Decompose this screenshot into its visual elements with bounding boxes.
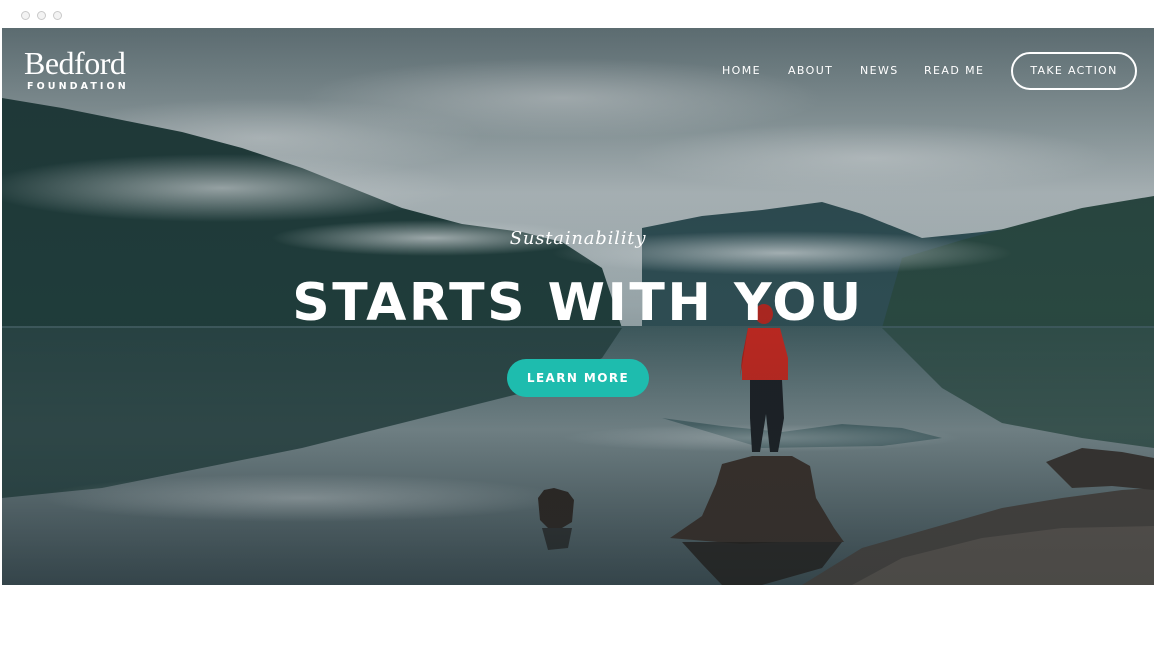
- nav-about-link[interactable]: ABOUT: [788, 64, 833, 77]
- window-close-icon[interactable]: [21, 11, 30, 20]
- nav-home-link[interactable]: HOME: [722, 64, 761, 77]
- window-minimize-icon[interactable]: [37, 11, 46, 20]
- brand-logo[interactable]: Bedford FOUNDATION: [24, 46, 129, 92]
- take-action-button[interactable]: TAKE ACTION: [1011, 52, 1137, 90]
- hero-section: Bedford FOUNDATION HOME ABOUT NEWS READ …: [2, 28, 1154, 585]
- nav-read-me-link[interactable]: READ ME: [924, 64, 984, 77]
- nav-news-link[interactable]: NEWS: [860, 64, 899, 77]
- logo-subtitle: FOUNDATION: [27, 81, 129, 92]
- window-maximize-icon[interactable]: [53, 11, 62, 20]
- learn-more-button[interactable]: LEARN MORE: [507, 359, 649, 397]
- browser-window: Bedford FOUNDATION HOME ABOUT NEWS READ …: [0, 0, 1156, 668]
- hero-headline: STARTS WITH YOU: [292, 273, 864, 333]
- content-area-blank: [2, 585, 1154, 668]
- hero-kicker: Sustainability: [509, 228, 647, 249]
- logo-wordmark: Bedford: [24, 45, 126, 81]
- window-titlebar: [2, 2, 1154, 28]
